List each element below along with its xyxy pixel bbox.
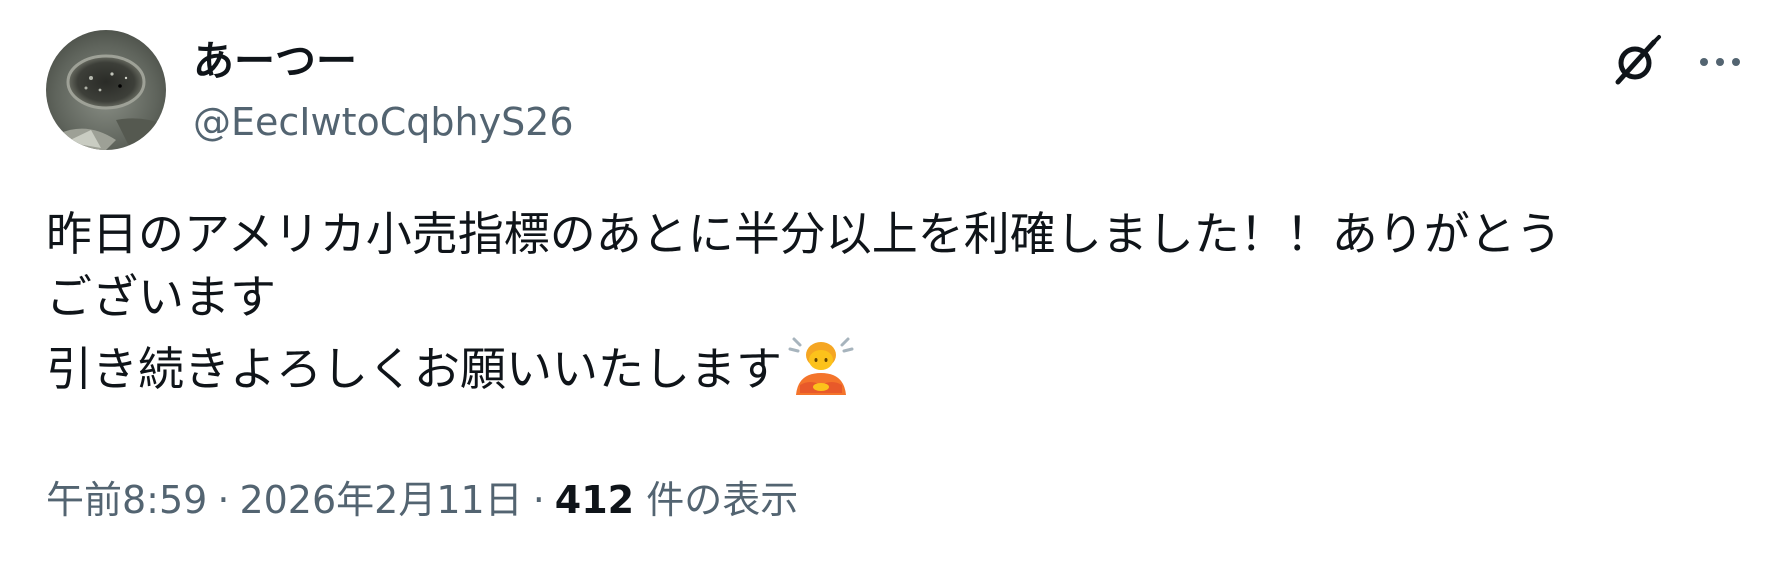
profile-avatar-image [46,30,166,150]
tweet-text-line: 昨日のアメリカ小売指標のあとに半分以上を利確しました！！ありがとう [46,207,1562,261]
tweet-text-line: 引き続きよろしくお願いいたします [46,329,1746,401]
tweet-time[interactable]: 午前8:59 [46,478,207,522]
author-handle[interactable]: @EecIwtoCqbhyS26 [193,98,574,146]
avatar[interactable] [46,30,166,150]
tweet-text-line-content: 引き続きよろしくお願いいたします [46,342,782,396]
tweet-text: 昨日のアメリカ小売指標のあとに半分以上を利確しました！！ありがとう ございます … [46,203,1746,401]
views-label: 件の表示 [646,478,799,522]
more-options-icon [1700,58,1740,66]
person-bowing-emoji [788,337,854,395]
meta-separator: · [217,478,230,522]
tweet-text-line: ございます [46,270,276,324]
grok-button[interactable] [1604,30,1668,94]
tweet-date[interactable]: 2026年2月11日 [239,478,522,522]
tweet-meta: 午前8:59 · 2026年2月11日 · 412 件の表示 [46,476,798,524]
more-options-button[interactable] [1688,30,1752,94]
author-display-name[interactable]: あーつー [193,36,357,86]
grok-icon [1615,35,1661,85]
views-count[interactable]: 412 [555,478,634,522]
meta-separator: · [532,478,545,522]
